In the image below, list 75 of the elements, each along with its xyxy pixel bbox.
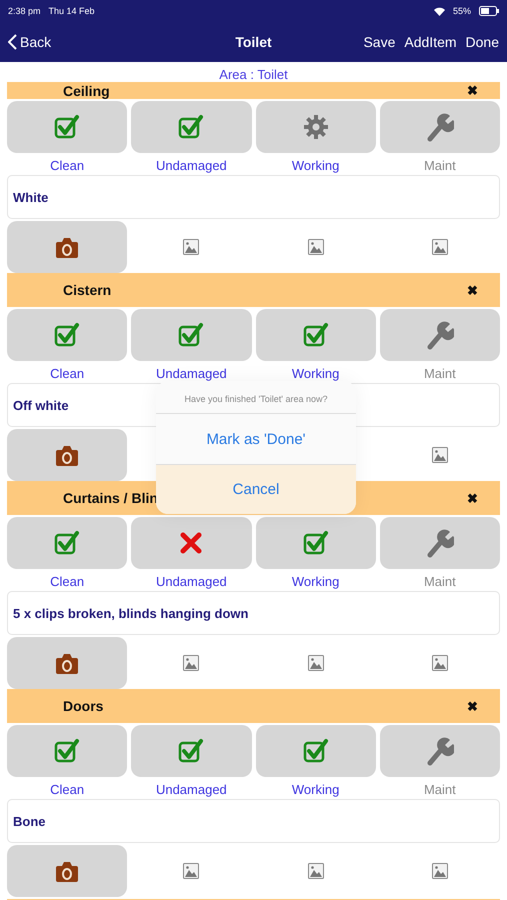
image-placeholder-icon[interactable]: [183, 655, 200, 671]
image-placeholder-icon[interactable]: [183, 239, 200, 255]
note-field[interactable]: 5 x clips broken, blinds hanging down: [7, 591, 500, 635]
nav-action-button[interactable]: Save: [363, 34, 396, 50]
camera-icon: [55, 443, 80, 467]
battery-icon: [479, 6, 499, 16]
status-toggle[interactable]: [380, 725, 500, 777]
status-label: Undamaged: [154, 573, 228, 590]
delete-button[interactable]: ✖: [467, 282, 478, 298]
status-label: Working: [290, 157, 340, 174]
screen-title: Toilet: [235, 34, 272, 50]
note-field[interactable]: White: [7, 175, 500, 219]
image-placeholder-icon[interactable]: [183, 863, 200, 879]
status-toggle[interactable]: [380, 517, 500, 569]
back-button[interactable]: Back: [8, 34, 52, 50]
dialog-message: Have you finished 'Toilet' area now?: [156, 381, 356, 414]
camera-button[interactable]: [7, 845, 128, 897]
area-label: Area : Toilet: [219, 67, 288, 82]
status-toggle[interactable]: [256, 725, 376, 777]
status-toggle[interactable]: [131, 725, 252, 777]
delete-button[interactable]: ✖: [467, 83, 478, 98]
image-placeholder-icon[interactable]: [308, 239, 324, 255]
status-toggle[interactable]: [131, 517, 252, 569]
camera-icon: [55, 235, 80, 259]
section-title: Cistern: [63, 282, 112, 298]
status-label: Clean: [49, 573, 86, 590]
image-placeholder-icon[interactable]: [432, 447, 448, 463]
status-toggle[interactable]: [7, 517, 128, 569]
camera-button[interactable]: [7, 637, 128, 689]
section-title: Ceiling: [63, 82, 110, 98]
status-label: Maint: [422, 573, 457, 590]
nav-action-button[interactable]: Done: [466, 34, 499, 50]
status-label: Undamaged: [154, 365, 228, 382]
section-title: Doors: [63, 698, 104, 714]
delete-button[interactable]: ✖: [467, 698, 478, 714]
status-label: Clean: [49, 157, 86, 174]
note-field[interactable]: Bone: [7, 799, 500, 843]
status-toggle[interactable]: [131, 101, 252, 153]
status-time: 2:38 pm: [8, 6, 41, 16]
status-label: Undamaged: [154, 157, 228, 174]
battery-percent: 55%: [452, 6, 471, 16]
wifi-icon: [434, 6, 445, 16]
dialog-button[interactable]: Cancel: [156, 464, 356, 514]
status-toggle[interactable]: [380, 101, 500, 153]
status-toggle[interactable]: [380, 309, 500, 361]
status-label: Maint: [422, 365, 457, 382]
image-placeholder-icon[interactable]: [432, 655, 448, 671]
image-placeholder-icon[interactable]: [308, 655, 324, 671]
status-toggle[interactable]: [256, 101, 376, 153]
nav-action-button[interactable]: AddItem: [404, 34, 457, 50]
status-date: Thu 14 Feb: [48, 6, 95, 16]
image-placeholder-icon[interactable]: [432, 239, 448, 255]
camera-button[interactable]: [7, 429, 128, 481]
status-label: Maint: [422, 781, 457, 798]
status-label: Clean: [49, 781, 86, 798]
status-toggle[interactable]: [256, 517, 376, 569]
dialog-button[interactable]: Mark as 'Done': [156, 414, 356, 464]
status-label: Working: [290, 573, 340, 590]
image-placeholder-icon[interactable]: [308, 863, 324, 879]
status-toggle[interactable]: [256, 309, 376, 361]
camera-icon: [55, 859, 80, 883]
camera-icon: [55, 651, 80, 675]
status-label: Working: [290, 365, 340, 382]
image-placeholder-icon[interactable]: [432, 863, 448, 879]
camera-button[interactable]: [7, 221, 128, 273]
chevron-left-icon: [8, 34, 17, 50]
status-label: Clean: [49, 365, 86, 382]
status-toggle[interactable]: [7, 101, 128, 153]
status-label: Maint: [422, 157, 457, 174]
status-toggle[interactable]: [7, 725, 128, 777]
status-toggle[interactable]: [7, 309, 128, 361]
status-label: Working: [290, 781, 340, 798]
status-label: Undamaged: [154, 781, 228, 798]
status-toggle[interactable]: [131, 309, 252, 361]
delete-button[interactable]: ✖: [467, 490, 478, 506]
